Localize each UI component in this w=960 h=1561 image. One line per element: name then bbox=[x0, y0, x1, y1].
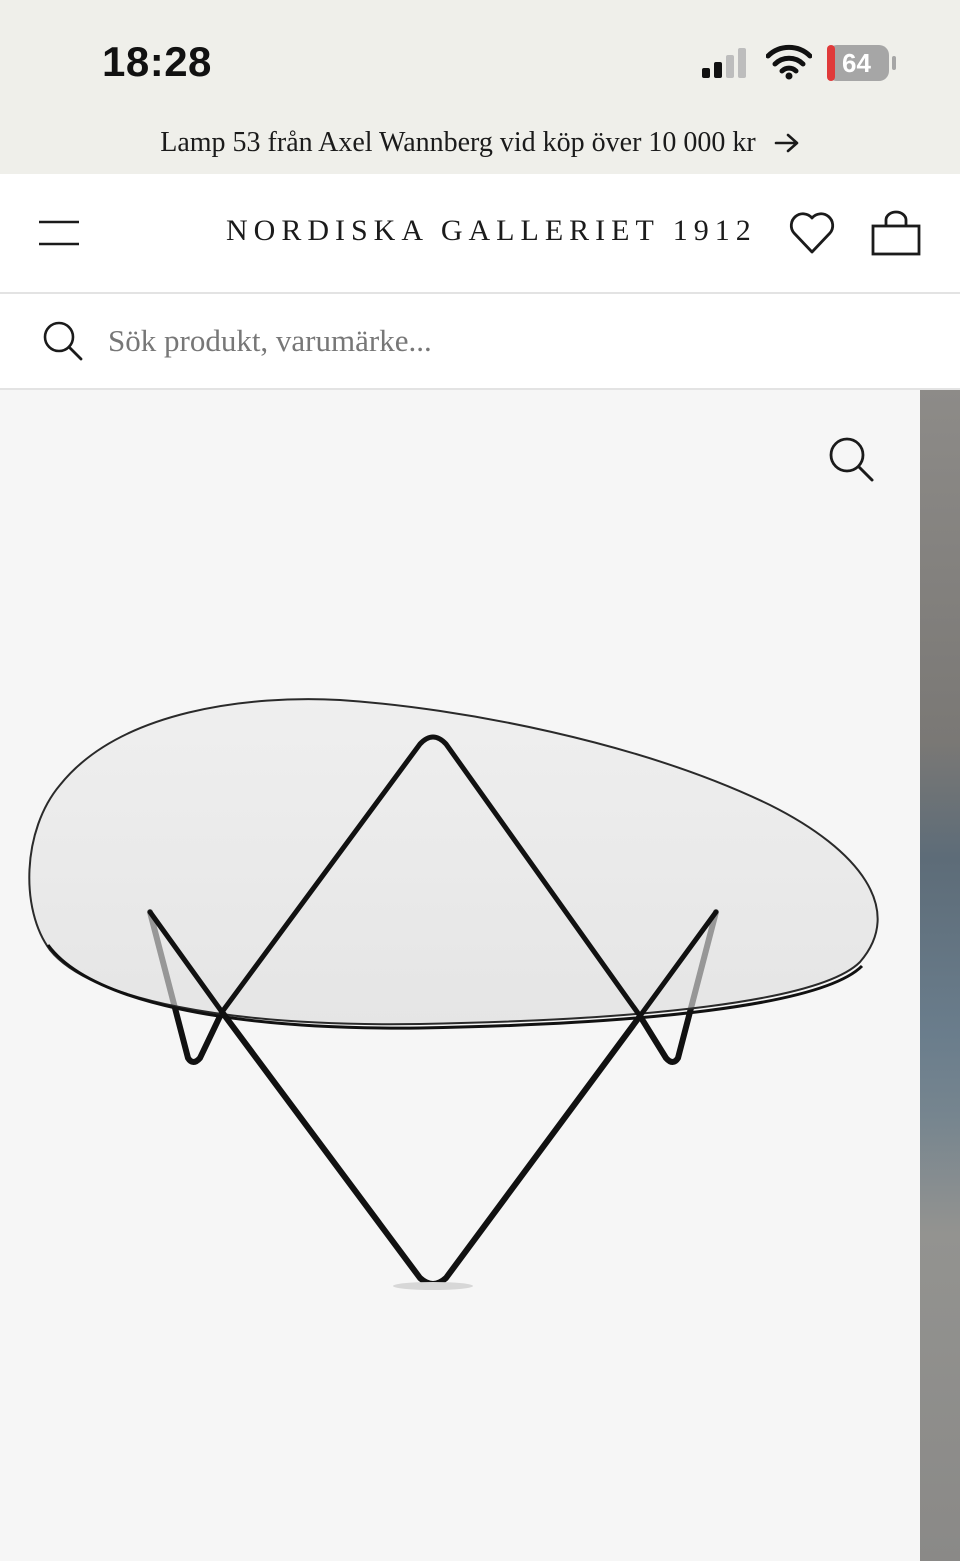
status-time: 18:28 bbox=[102, 38, 212, 85]
bag-icon[interactable] bbox=[868, 210, 924, 258]
zoom-icon[interactable] bbox=[826, 434, 876, 484]
promo-banner[interactable]: Lamp 53 från Axel Wannberg vid köp över … bbox=[0, 112, 960, 174]
heart-icon[interactable] bbox=[788, 210, 836, 256]
wifi-icon bbox=[766, 44, 812, 80]
next-image-preview[interactable] bbox=[920, 390, 960, 1561]
status-bar: 18:28 64 bbox=[0, 0, 960, 112]
site-logo[interactable]: NORDISKA GALLERIET 1912 bbox=[226, 214, 757, 248]
signal-icon bbox=[702, 48, 746, 78]
product-gallery[interactable] bbox=[0, 390, 960, 1561]
menu-icon[interactable] bbox=[38, 216, 80, 250]
promo-text[interactable]: Lamp 53 från Axel Wannberg vid köp över … bbox=[160, 127, 755, 159]
site-header: NORDISKA GALLERIET 1912 bbox=[0, 174, 960, 294]
search-input[interactable] bbox=[106, 312, 930, 370]
search-icon bbox=[43, 321, 83, 361]
battery-level: 64 bbox=[842, 48, 871, 78]
arrow-right-icon[interactable] bbox=[774, 132, 800, 154]
search-bar bbox=[0, 294, 960, 390]
product-image[interactable] bbox=[0, 390, 920, 1561]
